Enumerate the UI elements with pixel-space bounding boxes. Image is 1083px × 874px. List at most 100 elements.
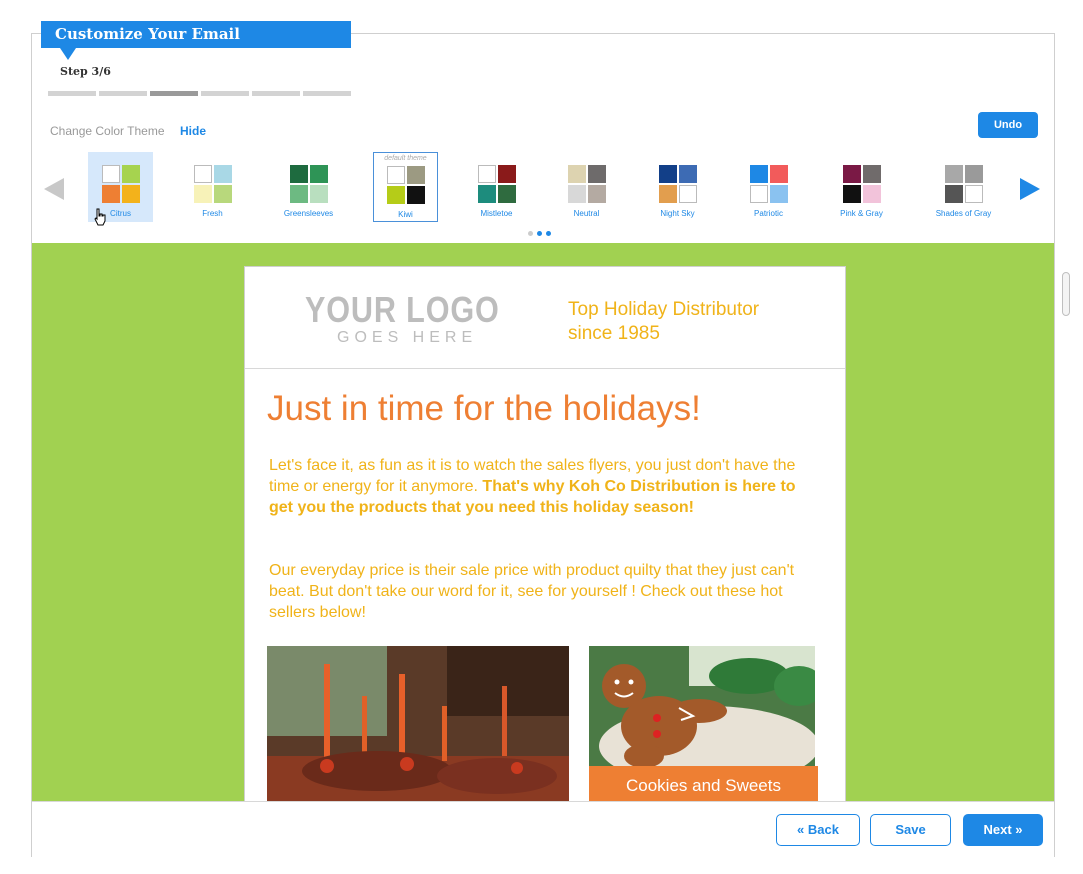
color-swatch xyxy=(749,185,768,203)
next-button[interactable]: Next » xyxy=(963,814,1043,846)
color-swatch xyxy=(386,186,405,204)
color-swatch xyxy=(406,186,425,204)
color-swatch xyxy=(213,185,232,203)
theme-patriotic[interactable]: Patriotic xyxy=(736,152,801,222)
theme-swatches xyxy=(193,165,232,203)
color-swatch xyxy=(964,185,983,203)
color-swatch xyxy=(678,185,697,203)
color-swatch xyxy=(101,165,120,183)
theme-night-sky[interactable]: Night Sky xyxy=(645,152,710,222)
color-swatch xyxy=(497,165,516,183)
theme-pink-gray[interactable]: Pink & Gray xyxy=(829,152,894,222)
theme-name: Greensleeves xyxy=(283,209,334,218)
color-swatch xyxy=(121,165,140,183)
color-swatch xyxy=(769,165,788,183)
undo-button[interactable]: Undo xyxy=(978,112,1038,138)
theme-swatches xyxy=(567,165,606,203)
page-scrollbar-thumb[interactable] xyxy=(1062,272,1070,316)
carousel-prev-arrow-icon[interactable] xyxy=(44,178,64,200)
color-swatch xyxy=(658,165,677,183)
save-button[interactable]: Save xyxy=(870,814,951,846)
theme-swatches xyxy=(101,165,140,203)
color-theme-label: Change Color Theme xyxy=(50,124,165,138)
logo-placeholder-sub: GOES HERE xyxy=(337,329,478,346)
carousel-page-dots xyxy=(528,231,551,236)
color-swatch xyxy=(587,165,606,183)
email-paragraph[interactable]: Our everyday price is their sale price w… xyxy=(269,560,809,623)
step-indicator: Step 3/6 xyxy=(60,65,111,78)
progress-segment xyxy=(99,91,147,96)
page-title: Customize Your Email xyxy=(41,21,351,48)
color-swatch xyxy=(121,185,140,203)
color-swatch xyxy=(862,165,881,183)
theme-name: Citrus xyxy=(110,209,131,218)
email-template: YOUR LOGO GOES HERE Top Holiday Distribu… xyxy=(244,266,846,801)
color-swatch xyxy=(944,185,963,203)
theme-swatches xyxy=(289,165,328,203)
color-swatch xyxy=(193,185,212,203)
theme-swatches xyxy=(386,166,425,204)
color-swatch xyxy=(842,185,861,203)
theme-name: Fresh xyxy=(202,209,223,218)
theme-swatches xyxy=(477,165,516,203)
color-swatch xyxy=(567,185,586,203)
progress-segment xyxy=(201,91,249,96)
email-paragraph[interactable]: Let's face it, as fun as it is to watch … xyxy=(269,455,809,518)
color-swatch xyxy=(842,165,861,183)
color-swatch xyxy=(213,165,232,183)
theme-swatches xyxy=(944,165,983,203)
carousel-next-arrow-icon[interactable] xyxy=(1020,178,1040,200)
color-swatch xyxy=(406,166,425,184)
theme-name: Kiwi xyxy=(398,210,413,219)
theme-name: Pink & Gray xyxy=(840,209,883,218)
wizard-footer: « Back Save Next » xyxy=(32,801,1054,857)
theme-neutral[interactable]: Neutral xyxy=(554,152,619,222)
tagline-line: Top Holiday Distributor xyxy=(568,299,760,320)
theme-greensleeves[interactable]: Greensleeves xyxy=(276,152,341,222)
tagline-line: since 1985 xyxy=(568,323,660,344)
color-swatch xyxy=(309,185,328,203)
carousel-dot[interactable] xyxy=(528,231,533,236)
color-swatch xyxy=(587,185,606,203)
step-progress-bar xyxy=(48,91,351,96)
color-swatch xyxy=(309,165,328,183)
color-swatch xyxy=(749,165,768,183)
logo-placeholder: YOUR LOGO xyxy=(305,289,500,330)
theme-mistletoe[interactable]: Mistletoe xyxy=(464,152,529,222)
theme-swatches xyxy=(842,165,881,203)
theme-swatches xyxy=(658,165,697,203)
color-swatch xyxy=(769,185,788,203)
color-swatch xyxy=(678,165,697,183)
theme-kiwi[interactable]: default theme Kiwi xyxy=(373,152,438,222)
hide-themes-link[interactable]: Hide xyxy=(180,124,206,138)
color-swatch xyxy=(193,165,212,183)
color-swatch xyxy=(862,185,881,203)
color-swatch xyxy=(289,185,308,203)
color-swatch xyxy=(101,185,120,203)
color-swatch xyxy=(944,165,963,183)
email-headline[interactable]: Just in time for the holidays! xyxy=(267,389,701,429)
carousel-dot-active[interactable] xyxy=(537,231,542,236)
theme-swatches xyxy=(749,165,788,203)
progress-segment xyxy=(303,91,351,96)
theme-fresh[interactable]: Fresh xyxy=(180,152,245,222)
back-button[interactable]: « Back xyxy=(776,814,860,846)
color-swatch xyxy=(964,165,983,183)
gingerbread-cookie-image[interactable] xyxy=(589,646,815,766)
product-caption[interactable]: Cookies and Sweets xyxy=(589,766,818,801)
progress-segment xyxy=(48,91,96,96)
color-swatch xyxy=(477,185,496,203)
carousel-dot-active[interactable] xyxy=(546,231,551,236)
theme-name: Night Sky xyxy=(660,209,695,218)
theme-shades-of-gray[interactable]: Shades of Gray xyxy=(931,152,996,222)
color-swatch xyxy=(386,166,405,184)
progress-segment xyxy=(252,91,300,96)
candles-centerpiece-image[interactable] xyxy=(267,646,569,801)
color-swatch xyxy=(658,185,677,203)
color-swatch xyxy=(289,165,308,183)
theme-name: Neutral xyxy=(573,209,600,218)
color-swatch xyxy=(477,165,496,183)
email-header[interactable]: YOUR LOGO GOES HERE Top Holiday Distribu… xyxy=(245,267,845,369)
color-swatch xyxy=(497,185,516,203)
color-swatch xyxy=(567,165,586,183)
